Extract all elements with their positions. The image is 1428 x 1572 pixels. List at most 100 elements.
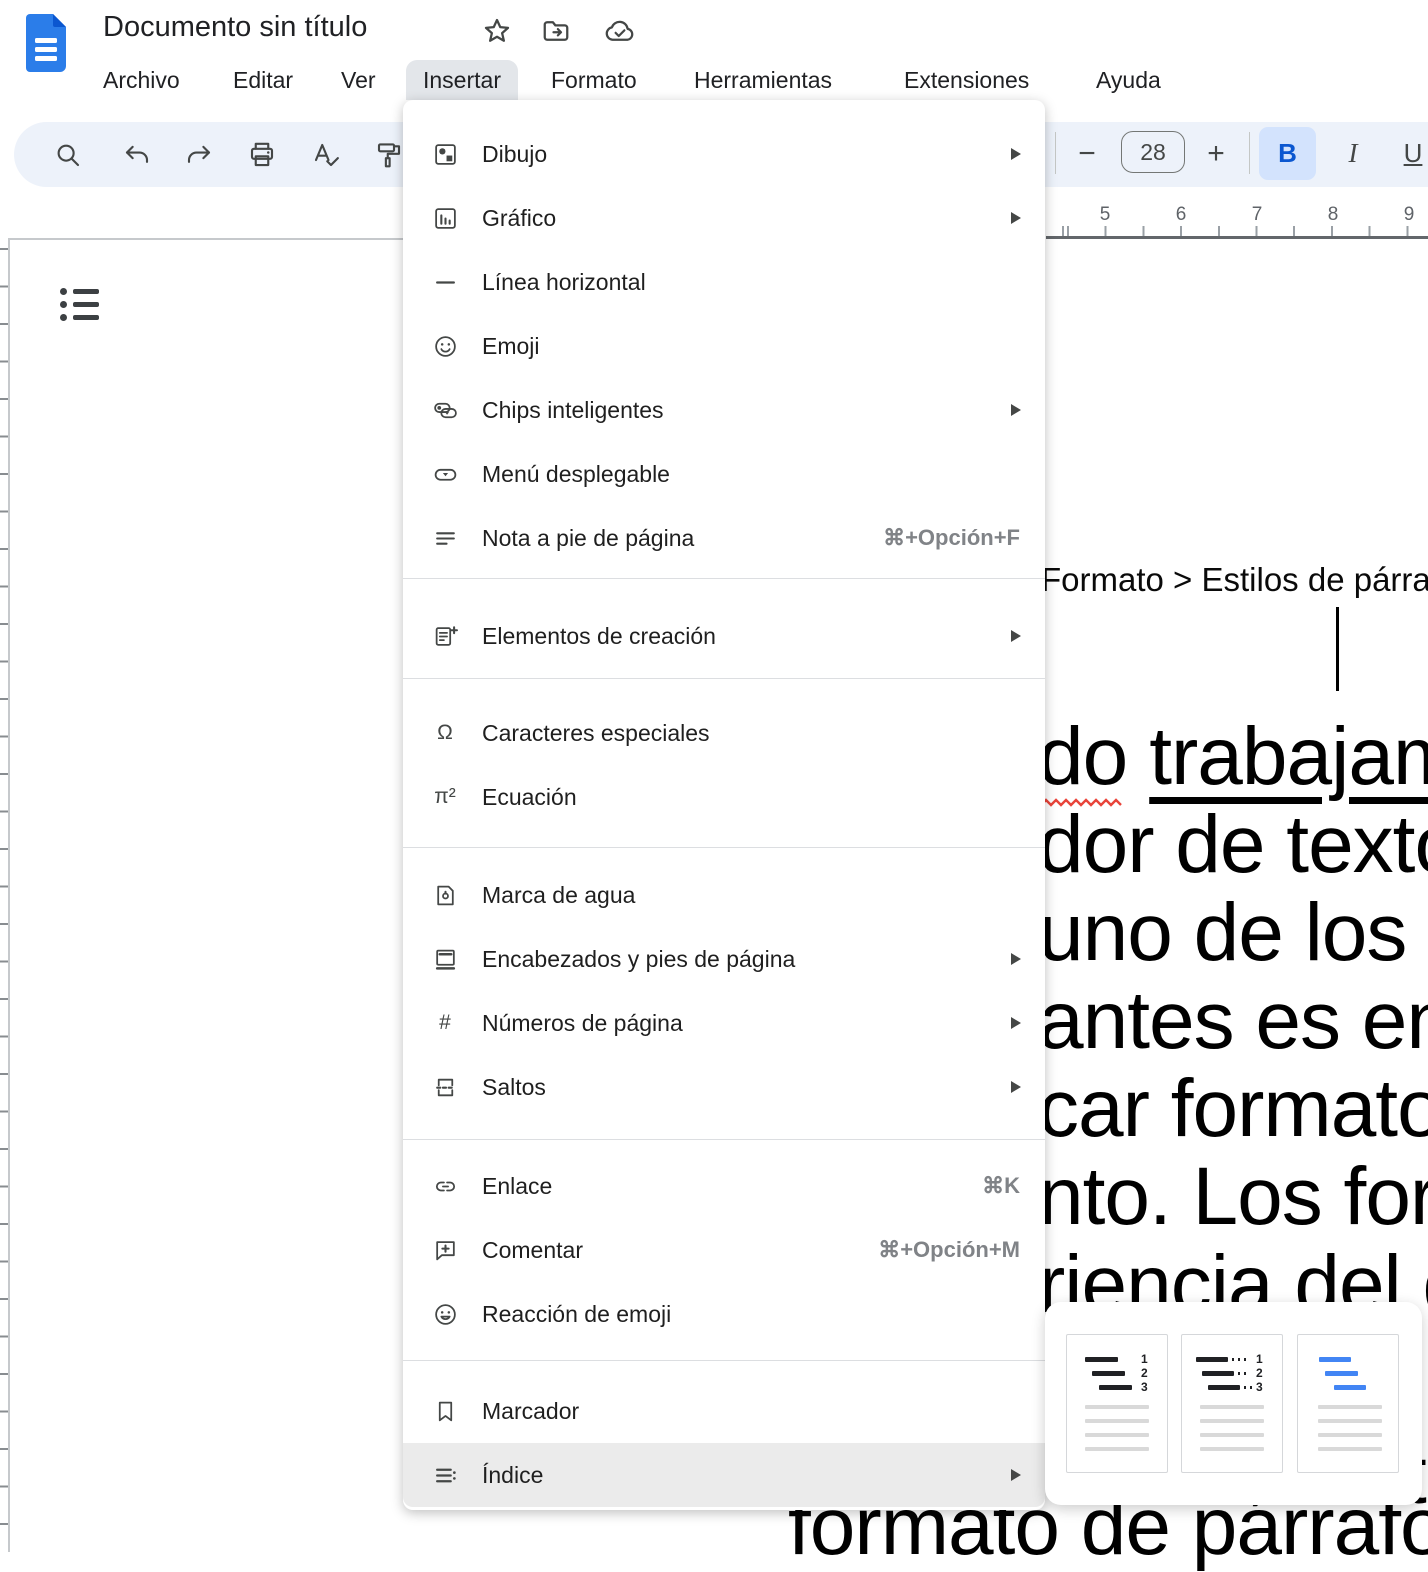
search-icon[interactable] <box>53 140 83 170</box>
star-icon[interactable] <box>482 16 512 46</box>
undo-icon[interactable] <box>122 140 152 170</box>
toc-icon <box>432 1462 458 1488</box>
menu-item-grafico[interactable]: Gráfico <box>403 186 1045 250</box>
menu-insertar[interactable]: Insertar <box>406 60 518 100</box>
toc-number: 2 <box>1256 1367 1263 1379</box>
menu-item-comentar[interactable]: Comentar ⌘+Opción+M <box>403 1218 1045 1282</box>
menu-item-encabezados-pies[interactable]: Encabezados y pies de página <box>403 927 1045 991</box>
menu-item-label: Emoji <box>482 333 540 360</box>
comment-icon <box>432 1237 458 1263</box>
document-outline-button[interactable] <box>60 288 102 324</box>
move-folder-icon[interactable] <box>541 16 571 46</box>
chart-icon <box>432 205 458 231</box>
menu-archivo[interactable]: Archivo <box>103 60 180 100</box>
menu-item-elementos-creacion[interactable]: Elementos de creación <box>403 604 1045 668</box>
submenu-arrow-icon <box>1011 212 1021 224</box>
menu-item-emoji[interactable]: Emoji <box>403 314 1045 378</box>
menu-item-chips-inteligentes[interactable]: Chips inteligentes <box>403 378 1045 442</box>
building-blocks-icon <box>432 623 458 649</box>
ruler-number: 7 <box>1242 204 1272 226</box>
special-characters-icon: Ω <box>432 720 458 746</box>
submenu-arrow-icon <box>1011 1017 1021 1029</box>
menu-item-reaccion-emoji[interactable]: Reacción de emoji <box>403 1282 1045 1346</box>
menu-item-label: Nota a pie de página <box>482 525 694 552</box>
doc-text-line: dotrabajam <box>1038 713 1428 801</box>
menu-separator <box>403 847 1045 848</box>
menu-herramientas[interactable]: Herramientas <box>694 60 832 100</box>
menu-item-label: Menú desplegable <box>482 461 670 488</box>
menu-item-shortcut: ⌘+Opción+M <box>878 1237 1020 1263</box>
menu-item-ecuacion[interactable]: π² Ecuación <box>403 765 1045 829</box>
emoji-icon <box>432 333 458 359</box>
menu-item-linea-horizontal[interactable]: Línea horizontal <box>403 250 1045 314</box>
spellcheck-icon[interactable] <box>311 140 341 170</box>
menu-item-label: Línea horizontal <box>482 269 646 296</box>
print-icon[interactable] <box>247 140 277 170</box>
menu-ver[interactable]: Ver <box>341 60 376 100</box>
menu-item-label: Encabezados y pies de página <box>482 946 795 973</box>
paint-format-icon[interactable] <box>374 140 404 170</box>
menu-item-indice[interactable]: Índice <box>403 1443 1045 1507</box>
link-icon <box>432 1173 458 1199</box>
italic-button[interactable]: I <box>1333 127 1373 180</box>
menu-item-dibujo[interactable]: Dibujo <box>403 122 1045 186</box>
google-docs-logo[interactable] <box>26 14 66 72</box>
menu-item-saltos[interactable]: Saltos <box>403 1055 1045 1119</box>
menu-ayuda[interactable]: Ayuda <box>1096 60 1161 100</box>
redo-icon[interactable] <box>184 140 214 170</box>
menu-item-menu-desplegable[interactable]: Menú desplegable <box>403 442 1045 506</box>
submenu-arrow-icon <box>1011 404 1021 416</box>
toolbar-divider <box>1055 132 1056 174</box>
menu-item-marca-de-agua[interactable]: Marca de agua <box>403 863 1045 927</box>
font-size-input[interactable]: 28 <box>1121 131 1185 173</box>
smart-chips-icon <box>432 397 458 423</box>
toc-style-dotted[interactable]: 1 2 3 <box>1181 1334 1283 1473</box>
menu-separator <box>403 678 1045 679</box>
menu-item-label: Gráfico <box>482 205 556 232</box>
bookmark-icon <box>432 1398 458 1424</box>
watermark-icon <box>432 882 458 908</box>
underline-button[interactable]: U <box>1393 127 1428 180</box>
ruler-number: 6 <box>1166 204 1196 226</box>
doc-text-line: nto. Los for <box>1038 1153 1428 1241</box>
ruler-number: 5 <box>1090 204 1120 226</box>
submenu-arrow-icon <box>1011 148 1021 160</box>
menu-item-label: Chips inteligentes <box>482 397 664 424</box>
menu-item-nota-pie-pagina[interactable]: Nota a pie de página ⌘+Opción+F <box>403 506 1045 570</box>
menu-item-numeros-de-pagina[interactable]: # Números de página <box>403 991 1045 1055</box>
toc-style-numbered[interactable]: 1 2 3 <box>1066 1334 1168 1473</box>
cloud-saved-icon[interactable] <box>602 16 638 46</box>
menu-item-shortcut: ⌘K <box>982 1173 1020 1199</box>
toc-number: 1 <box>1141 1353 1148 1365</box>
callout-line <box>1336 607 1339 691</box>
submenu-arrow-icon <box>1011 953 1021 965</box>
menu-separator <box>403 578 1045 579</box>
menu-item-caracteres-especiales[interactable]: Ω Caracteres especiales <box>403 701 1045 765</box>
toc-style-links[interactable] <box>1297 1334 1399 1473</box>
submenu-arrow-icon <box>1011 1081 1021 1093</box>
footnote-icon <box>432 525 458 551</box>
menu-formato[interactable]: Formato <box>551 60 637 100</box>
decrease-font-button[interactable]: − <box>1067 128 1107 180</box>
insert-menu: Dibujo Gráfico Línea horizontal Emoji Ch… <box>403 100 1045 1510</box>
doc-text-line: car formatos <box>1038 1065 1428 1153</box>
menu-item-label: Elementos de creación <box>482 623 716 650</box>
vertical-ruler[interactable] <box>0 248 8 1552</box>
menu-item-enlace[interactable]: Enlace ⌘K <box>403 1154 1045 1218</box>
menu-extensiones[interactable]: Extensiones <box>904 60 1029 100</box>
menu-item-label: Saltos <box>482 1074 546 1101</box>
menu-item-label: Marcador <box>482 1398 579 1425</box>
document-title[interactable]: Documento sin título <box>103 11 367 44</box>
emoji-reaction-icon <box>432 1301 458 1327</box>
page-left-edge <box>8 238 10 1552</box>
menu-item-label: Caracteres especiales <box>482 720 710 747</box>
submenu-arrow-icon <box>1011 630 1021 642</box>
toc-styles-submenu: 1 2 3 1 2 3 <box>1045 1302 1422 1505</box>
menu-editar[interactable]: Editar <box>233 60 293 100</box>
increase-font-button[interactable]: + <box>1196 128 1236 180</box>
bold-button[interactable]: B <box>1259 127 1316 180</box>
menu-item-marcador[interactable]: Marcador <box>403 1379 1045 1443</box>
submenu-arrow-icon <box>1011 1469 1021 1481</box>
doc-text-line: dor de texto <box>1038 801 1428 889</box>
menu-item-label: Ecuación <box>482 784 577 811</box>
